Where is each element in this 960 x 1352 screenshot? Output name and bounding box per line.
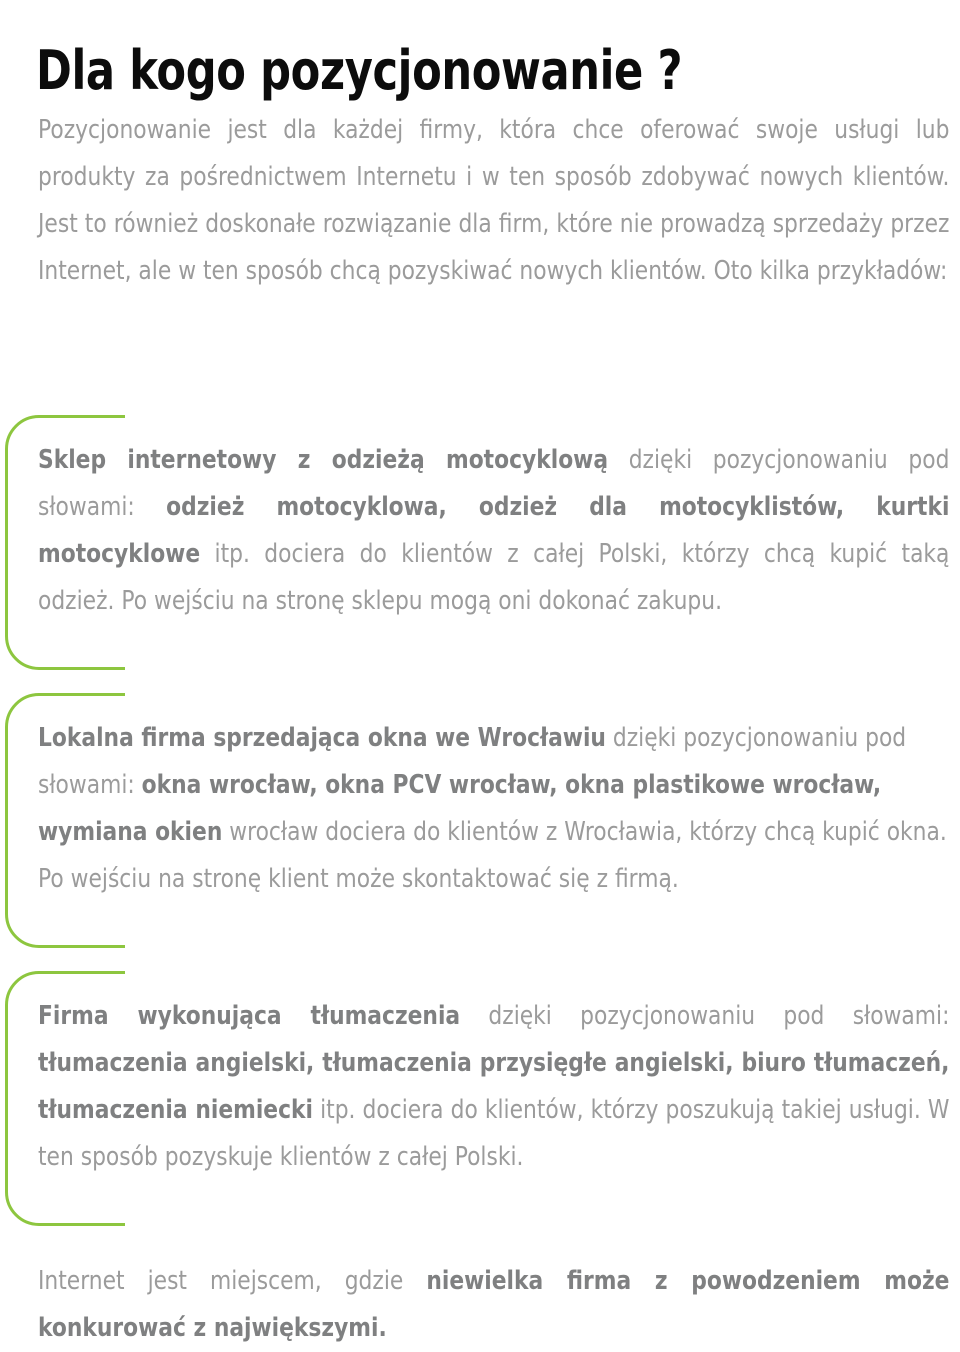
- conclusion-paragraph: Internet jest miejscem, gdzie niewielka …: [38, 1266, 950, 1343]
- example-paragraph-3: Firma wykonująca tłumaczenia dzięki pozy…: [38, 1001, 950, 1172]
- example-paragraph-1: Sklep internetowy z odzieżą motocyklową …: [38, 445, 950, 616]
- document-page: Dla kogo pozycjonowanie ? Pozycjonowanie…: [0, 0, 960, 1347]
- intro-paragraph: Pozycjonowanie jest dla każdej firmy, kt…: [38, 115, 950, 286]
- page-title: Dla kogo pozycjonowanie ?: [36, 39, 683, 103]
- example-paragraph-2: Lokalna firma sprzedająca okna we Wrocła…: [38, 723, 947, 894]
